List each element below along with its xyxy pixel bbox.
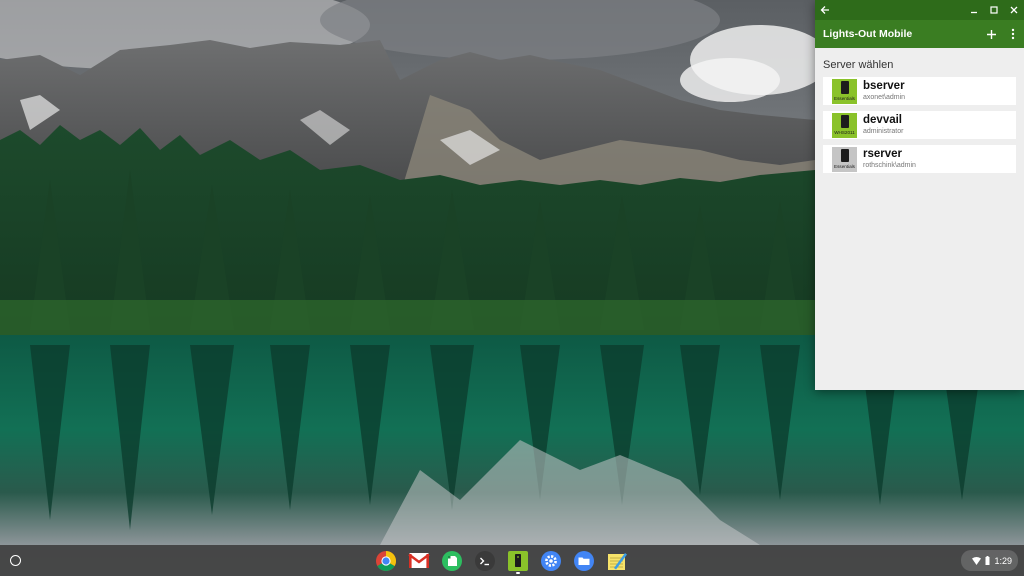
- files-icon: [574, 550, 594, 571]
- shelf-app-gmail[interactable]: [406, 548, 432, 573]
- gmail-icon: [408, 553, 430, 568]
- status-tray[interactable]: 1:29: [961, 550, 1018, 571]
- server-online-icon: Essentials: [832, 78, 857, 104]
- chrome-icon: [376, 550, 396, 571]
- server-online-icon: WHS2011: [832, 112, 857, 138]
- shelf-app-files[interactable]: [571, 548, 597, 573]
- evernote-icon: [442, 550, 462, 571]
- shelf-app-lights-out[interactable]: [505, 548, 531, 574]
- maximize-button[interactable]: [984, 0, 1004, 20]
- app-toolbar: Lights-Out Mobile: [815, 20, 1024, 48]
- shelf-app-terminal[interactable]: [472, 548, 498, 573]
- server-user: administrator: [863, 128, 904, 136]
- arrow-left-icon: [820, 6, 829, 14]
- lights-out-window[interactable]: Lights-Out Mobile Server wählen Essentia…: [815, 0, 1024, 390]
- launcher-button[interactable]: [6, 551, 24, 569]
- shelf: 1:29: [0, 545, 1024, 576]
- launcher-icon: [9, 554, 21, 566]
- section-heading: Server wählen: [823, 59, 894, 71]
- more-vert-icon: [1011, 28, 1015, 40]
- back-button[interactable]: [815, 0, 835, 20]
- shelf-app-notepad[interactable]: [604, 548, 630, 573]
- server-item-bserver[interactable]: Essentials bserver axonet\admin: [823, 77, 1016, 105]
- server-edition-label: WHS2011: [834, 129, 855, 135]
- add-server-button[interactable]: [980, 20, 1002, 48]
- close-button[interactable]: [1004, 0, 1024, 20]
- clock: 1:29: [994, 555, 1012, 566]
- shelf-app-chrome[interactable]: [373, 548, 399, 573]
- close-icon: [1010, 6, 1018, 14]
- maximize-icon: [990, 6, 998, 14]
- terminal-icon: [475, 550, 495, 571]
- lights-out-icon: [508, 550, 528, 571]
- minimize-button[interactable]: [964, 0, 984, 20]
- wifi-icon: [972, 556, 982, 565]
- settings-icon: [541, 550, 561, 571]
- shelf-app-evernote[interactable]: [439, 548, 465, 573]
- minimize-icon: [971, 11, 977, 14]
- server-edition-label: Essentials: [834, 163, 855, 169]
- battery-icon: [985, 556, 990, 565]
- app-title: Lights-Out Mobile: [823, 28, 913, 40]
- server-user: axonet\admin: [863, 94, 906, 102]
- overflow-menu-button[interactable]: [1002, 20, 1024, 48]
- server-name: bserver: [863, 79, 905, 92]
- server-item-devvail[interactable]: WHS2011 devvail administrator: [823, 111, 1016, 139]
- server-name: rserver: [863, 147, 903, 160]
- server-list: Essentials bserver axonet\admin WHS2011 …: [815, 77, 1024, 173]
- server-edition-label: Essentials: [834, 95, 855, 101]
- server-offline-icon: Essentials: [832, 146, 857, 172]
- server-user: rothschink\admin: [863, 162, 916, 170]
- shelf-apps: [373, 548, 630, 574]
- server-item-rserver[interactable]: Essentials rserver rothschink\admin: [823, 145, 1016, 173]
- notepad-icon: [608, 552, 627, 570]
- active-indicator: [516, 572, 520, 574]
- window-caption-bar[interactable]: [815, 0, 1024, 20]
- plus-icon: [986, 29, 996, 39]
- shelf-app-settings[interactable]: [538, 548, 564, 573]
- server-name: devvail: [863, 113, 902, 126]
